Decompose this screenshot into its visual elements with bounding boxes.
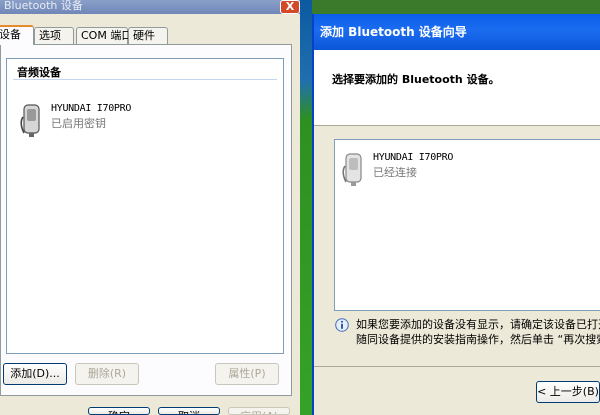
- device-status: 已经连接: [373, 166, 417, 179]
- ok-button[interactable]: 确定: [88, 407, 150, 415]
- info-icon: [335, 318, 349, 332]
- desktop-background: [300, 0, 312, 415]
- back-button[interactable]: < 上一步(B): [536, 381, 600, 403]
- wizard-heading: 选择要添加的 Bluetooth 设备。: [332, 73, 500, 86]
- device-item-hyundai[interactable]: HYUNDAI I70PRO 已经连接: [341, 152, 521, 192]
- info-message: 如果您要添加的设备没有显示，请确定该设备已打开。 随同设备提供的安装指南操作，然…: [356, 317, 600, 347]
- device-name: HYUNDAI I70PRO: [373, 152, 454, 163]
- remove-device-button[interactable]: 删除(R): [75, 363, 139, 385]
- tab-strip: 设备 选项 COM 端口 硬件: [0, 25, 300, 45]
- device-status: 已启用密钥: [51, 117, 106, 130]
- add-device-button[interactable]: 添加(D)...: [3, 363, 67, 385]
- device-name: HYUNDAI I70PRO: [51, 103, 132, 114]
- apply-button[interactable]: 应用(A): [228, 407, 290, 415]
- cancel-button[interactable]: 取消: [158, 407, 220, 415]
- wizard-header: 选择要添加的 Bluetooth 设备。: [314, 50, 600, 126]
- info-line-2: 随同设备提供的安装指南操作，然后单击 “再次搜索”: [356, 333, 600, 346]
- window-title: Bluetooth 设备: [0, 0, 300, 14]
- bluetooth-devices-window: Bluetooth 设备 X 设备 选项 COM 端口 硬件 音频设备 HYUN…: [0, 0, 300, 415]
- wizard-title: 添加 Bluetooth 设备向导: [314, 14, 600, 50]
- wizard-footer-divider: [314, 366, 600, 367]
- headset-device-icon: [20, 104, 40, 137]
- tab-com-ports[interactable]: COM 端口: [76, 27, 132, 44]
- close-button[interactable]: X: [280, 0, 300, 14]
- tab-hardware[interactable]: 硬件: [128, 27, 168, 44]
- device-list: 音频设备 HYUNDAI I70PRO 已启用密钥: [6, 58, 284, 354]
- properties-button[interactable]: 属性(P): [215, 363, 279, 385]
- info-line-1: 如果您要添加的设备没有显示，请确定该设备已打开。: [356, 318, 600, 331]
- tab-options[interactable]: 选项: [34, 27, 74, 44]
- devices-tab-panel: 音频设备 HYUNDAI I70PRO 已启用密钥 添加(D)... 删除(R)…: [0, 44, 292, 396]
- headset-device-icon: [342, 153, 362, 186]
- discovered-device-list: HYUNDAI I70PRO 已经连接: [334, 139, 600, 311]
- group-divider: [13, 79, 277, 80]
- add-bluetooth-wizard-window: 添加 Bluetooth 设备向导 选择要添加的 Bluetooth 设备。 H…: [312, 14, 600, 415]
- device-item-hyundai[interactable]: HYUNDAI I70PRO 已启用密钥: [19, 103, 199, 143]
- tab-devices[interactable]: 设备: [0, 25, 34, 45]
- group-header-audio: 音频设备: [17, 66, 61, 79]
